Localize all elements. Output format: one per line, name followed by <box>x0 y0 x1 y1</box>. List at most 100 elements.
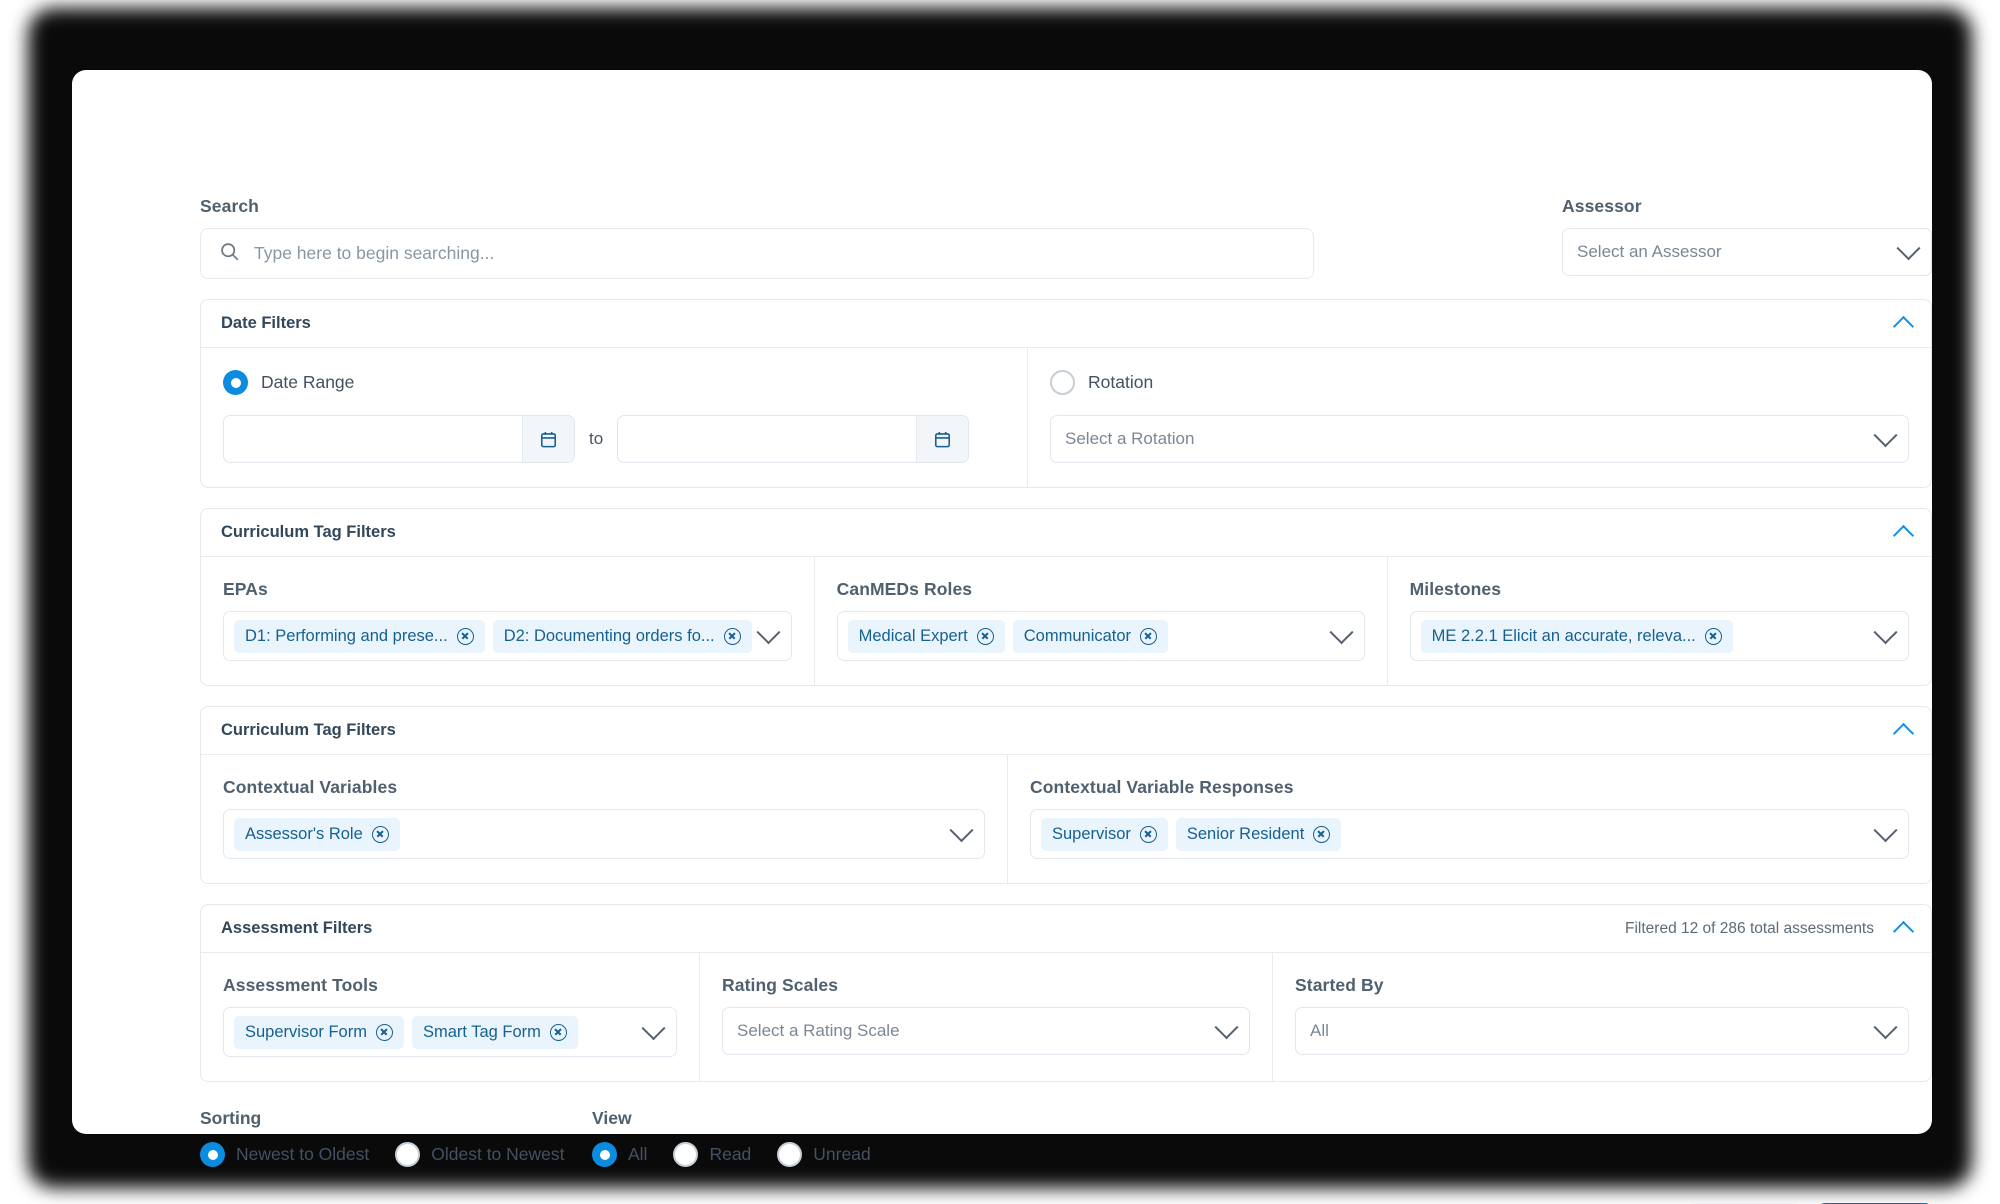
rating-scales-placeholder: Select a Rating Scale <box>737 1021 900 1040</box>
view-radio-all[interactable] <box>592 1142 617 1167</box>
chip-remove-icon[interactable] <box>1139 825 1157 843</box>
canmeds-roles-multiselect[interactable]: Medical Expert Communicator <box>836 611 1365 661</box>
chip-remove-icon[interactable] <box>976 627 994 645</box>
chevron-up-icon[interactable] <box>1892 920 1915 943</box>
contextual-variables-multiselect[interactable]: Assessor's Role <box>223 809 985 859</box>
calendar-icon[interactable] <box>916 416 969 462</box>
rating-scales-select[interactable]: Select a Rating Scale <box>722 1007 1250 1055</box>
view-group: View All Read Unread <box>592 1108 871 1167</box>
view-radio-unread[interactable] <box>777 1142 803 1167</box>
rating-scales-label: Rating Scales <box>722 975 839 995</box>
contextual-variable-responses-multiselect[interactable]: Supervisor Senior Resident <box>1030 809 1909 859</box>
chip-label: D2: Documenting orders fo... <box>503 626 715 645</box>
view-option-all[interactable]: All <box>592 1142 647 1167</box>
chip[interactable]: Smart Tag Form <box>411 1015 578 1049</box>
chip[interactable]: D1: Performing and prese... <box>234 619 485 653</box>
chip-label: Smart Tag Form <box>422 1022 541 1041</box>
assessment-tools-label: Assessment Tools <box>223 975 378 995</box>
rotation-radio[interactable] <box>1050 370 1075 395</box>
sorting-group: Sorting Newest to Oldest Oldest to Newes… <box>200 1108 592 1167</box>
chevron-up-icon[interactable] <box>1892 722 1915 745</box>
chevron-down-icon <box>1896 235 1921 260</box>
chevron-down-icon <box>1329 619 1354 644</box>
assessor-label: Assessor <box>1562 196 1642 216</box>
screenshot-root: Search Type here to begin searching... A… <box>0 0 2000 1204</box>
chip[interactable]: Supervisor <box>1041 817 1168 851</box>
curriculum-tag-filters-header-2[interactable]: Curriculum Tag Filters <box>201 707 1931 755</box>
sorting-option-newest-to-oldest[interactable]: Newest to Oldest <box>200 1142 369 1167</box>
curriculum-tag-filters-body-2: Contextual Variables Assessor's Role Con… <box>201 755 1931 883</box>
chip-label: D1: Performing and prese... <box>245 626 448 645</box>
assessor-select[interactable]: Select an Assessor <box>1562 228 1932 276</box>
view-option-read[interactable]: Read <box>673 1142 751 1167</box>
date-filters-header[interactable]: Date Filters <box>201 300 1931 348</box>
chip-label: Medical Expert <box>858 626 968 645</box>
date-range-inputs: to <box>223 415 1005 463</box>
contextual-variables-cell: Contextual Variables Assessor's Role <box>201 755 1007 883</box>
chevron-up-icon[interactable] <box>1892 315 1915 338</box>
date-range-radio[interactable] <box>223 370 248 395</box>
calendar-icon[interactable] <box>522 416 574 462</box>
chip-remove-icon[interactable] <box>375 1023 393 1041</box>
chip[interactable]: Supervisor Form <box>234 1015 404 1049</box>
epas-multiselect[interactable]: D1: Performing and prese... D2: Document… <box>223 611 792 661</box>
rotation-radio-row[interactable]: Rotation <box>1050 370 1909 395</box>
assessment-filters-title: Assessment Filters <box>221 919 373 937</box>
sorting-option-label: Newest to Oldest <box>236 1144 370 1164</box>
date-range-radio-row[interactable]: Date Range <box>223 370 1005 395</box>
date-filters-panel: Date Filters Date Range to Rotation Sele… <box>200 299 1932 488</box>
chip-remove-icon[interactable] <box>723 627 741 645</box>
assessment-tools-multiselect[interactable]: Supervisor Form Smart Tag Form <box>223 1007 677 1057</box>
view-option-label: Read <box>709 1144 752 1164</box>
assessment-filters-body: Assessment Tools Supervisor Form Smart T… <box>201 953 1931 1081</box>
date-filters-body: Date Range to Rotation Select a Rotation <box>201 348 1931 487</box>
chip-label: Assessor's Role <box>245 824 363 843</box>
assessment-filters-header[interactable]: Assessment Filters Filtered 12 of 286 to… <box>201 905 1931 953</box>
rotation-cell: Rotation Select a Rotation <box>1027 348 1931 487</box>
filters-content: Search Type here to begin searching... A… <box>200 196 1932 1204</box>
sorting-radio-newest[interactable] <box>200 1142 225 1167</box>
view-option-unread[interactable]: Unread <box>777 1142 871 1167</box>
search-input[interactable]: Type here to begin searching... <box>200 228 1314 279</box>
assessment-filters-panel: Assessment Filters Filtered 12 of 286 to… <box>200 904 1932 1082</box>
sorting-option-oldest-to-newest[interactable]: Oldest to Newest <box>395 1142 565 1167</box>
view-radio-read[interactable] <box>673 1142 699 1167</box>
chip[interactable]: Senior Resident <box>1175 817 1342 851</box>
assessment-tools-cell: Assessment Tools Supervisor Form Smart T… <box>201 953 699 1081</box>
date-to-input[interactable] <box>617 415 970 463</box>
milestones-multiselect[interactable]: ME 2.2.1 Elicit an accurate, releva... <box>1409 611 1909 661</box>
curriculum-tag-filters-panel-1: Curriculum Tag Filters EPAs D1: Performi… <box>200 508 1932 686</box>
date-filters-title: Date Filters <box>221 314 311 332</box>
chevron-up-icon[interactable] <box>1892 524 1915 547</box>
chevron-down-icon <box>949 817 974 842</box>
chip[interactable]: Assessor's Role <box>234 817 400 851</box>
sorting-radio-oldest[interactable] <box>395 1142 421 1167</box>
chip-remove-icon[interactable] <box>549 1023 567 1041</box>
curriculum-tag-filters-body-1: EPAs D1: Performing and prese... D2: Doc… <box>201 557 1931 685</box>
canmeds-roles-cell: CanMEDs Roles Medical Expert Communicato… <box>813 557 1387 685</box>
chip[interactable]: D2: Documenting orders fo... <box>492 619 752 653</box>
chip-remove-icon[interactable] <box>456 627 474 645</box>
chip[interactable]: Medical Expert <box>847 619 1005 653</box>
search-placeholder: Type here to begin searching... <box>254 243 495 263</box>
sorting-view-row: Sorting Newest to Oldest Oldest to Newes… <box>200 1108 1932 1167</box>
contextual-variable-responses-cell: Contextual Variable Responses Supervisor… <box>1007 755 1931 883</box>
chip-remove-icon[interactable] <box>1140 627 1158 645</box>
started-by-cell: Started By All <box>1272 953 1931 1081</box>
chip[interactable]: ME 2.2.1 Elicit an accurate, releva... <box>1420 619 1733 653</box>
chevron-down-icon <box>1873 422 1898 447</box>
epas-label: EPAs <box>223 579 268 599</box>
chevron-down-icon <box>756 619 781 644</box>
curriculum-tag-filters-header-1[interactable]: Curriculum Tag Filters <box>201 509 1931 557</box>
view-option-label: Unread <box>813 1144 871 1164</box>
curriculum-tag-filters-panel-2: Curriculum Tag Filters Contextual Variab… <box>200 706 1932 884</box>
chip[interactable]: Communicator <box>1012 619 1169 653</box>
chip-remove-icon[interactable] <box>1313 825 1331 843</box>
started-by-value: All <box>1310 1021 1329 1040</box>
date-from-input[interactable] <box>223 415 575 463</box>
rotation-select[interactable]: Select a Rotation <box>1050 415 1909 463</box>
chip-remove-icon[interactable] <box>371 825 389 843</box>
started-by-select[interactable]: All <box>1295 1007 1909 1055</box>
chip-remove-icon[interactable] <box>1704 627 1722 645</box>
search-assessor-row: Search Type here to begin searching... A… <box>200 196 1932 279</box>
